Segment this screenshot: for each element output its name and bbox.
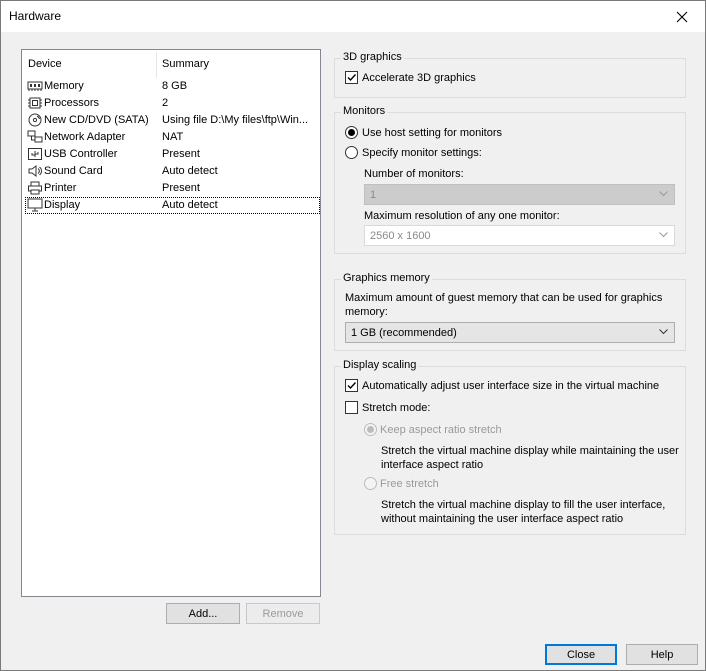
graphics-memory-desc-line2: memory: [345,306,388,318]
device-row-memory[interactable]: Memory 8 GB [25,78,320,95]
group-legend: Display scaling [341,359,419,371]
device-summary: Using file D:\My files\ftp\Win... [162,114,309,126]
window-title: Hardware [9,9,62,23]
remove-button-label: Remove [262,607,304,620]
close-button[interactable]: Close [545,644,617,665]
max-resolution-value: 2560 x 1600 [370,230,431,242]
free-stretch-desc-line1: Stretch the virtual machine display to f… [381,499,666,511]
specify-monitors-label[interactable]: Specify monitor settings: [362,147,482,159]
number-of-monitors-value: 1 [370,189,377,201]
remove-device-button[interactable]: Remove [246,603,320,624]
device-name: Processors [44,97,100,109]
printer-icon [28,181,42,195]
device-list[interactable]: Device Summary Memory 8 GB Processors 2 [21,49,321,597]
device-summary: 8 GB [162,80,188,92]
group-graphics-memory: Graphics memory Maximum amount of guest … [334,272,686,351]
device-name: Sound Card [44,165,103,177]
column-separator [156,52,157,78]
device-summary: Present [162,182,200,194]
device-row-usb-controller[interactable]: USB Controller Present [25,146,320,163]
device-row-processors[interactable]: Processors 2 [25,95,320,112]
checkmark-icon [347,74,357,82]
device-name: Network Adapter [44,131,126,143]
auto-adjust-label[interactable]: Automatically adjust user interface size… [362,380,659,392]
max-resolution-select[interactable]: 2560 x 1600 [364,225,675,246]
keep-aspect-radio[interactable] [364,423,377,436]
checkmark-icon [347,382,357,390]
help-button-label: Help [650,648,674,661]
hardware-dialog: Hardware Device Summary Memory 8 GB Proc… [0,0,706,671]
device-row-printer[interactable]: Printer Present [25,180,320,197]
add-button-label: Add... [188,607,218,620]
close-window-button[interactable] [659,1,705,32]
device-summary: Auto detect [162,199,218,211]
number-of-monitors-label: Number of monitors: [364,168,464,180]
graphics-memory-desc-line1: Maximum amount of guest memory that can … [345,292,663,304]
free-stretch-radio[interactable] [364,477,377,490]
specify-monitors-radio[interactable] [345,146,358,159]
device-summary: Present [162,148,200,160]
help-button[interactable]: Help [626,644,698,665]
device-summary: Auto detect [162,165,218,177]
device-row-network-adapter[interactable]: Network Adapter NAT [25,129,320,146]
chevron-down-icon [659,329,668,335]
speaker-icon [28,165,42,177]
close-icon [676,11,688,22]
group-legend: Graphics memory [341,272,432,284]
free-stretch-label[interactable]: Free stretch [380,478,439,490]
group-legend: Monitors [341,105,388,117]
device-summary: 2 [162,97,169,109]
auto-adjust-checkbox[interactable] [345,379,358,392]
keep-aspect-label[interactable]: Keep aspect ratio stretch [380,424,502,436]
add-device-button[interactable]: Add... [166,603,240,624]
chevron-down-icon [659,191,668,197]
device-name: Printer [44,182,77,194]
number-of-monitors-select[interactable]: 1 [364,184,675,205]
use-host-monitors-radio[interactable] [345,126,358,139]
monitor-icon [27,198,43,212]
stretch-mode-checkbox[interactable] [345,401,358,414]
usb-icon [28,148,42,160]
processor-icon [28,97,42,109]
device-list-header: Device Summary [22,52,320,78]
chevron-down-icon [659,232,668,238]
device-row-sound-card[interactable]: Sound Card Auto detect [25,163,320,180]
memory-icon [27,81,43,91]
close-button-label: Close [566,648,596,661]
graphics-memory-select[interactable]: 1 GB (recommended) [345,322,675,343]
keep-aspect-desc-line1: Stretch the virtual machine display whil… [381,445,679,457]
cd-dvd-icon [28,113,42,127]
network-icon [27,130,43,143]
group-legend: 3D graphics [341,51,404,63]
group-monitors: Monitors Use host setting for monitors S… [334,105,686,254]
column-header-summary[interactable]: Summary [162,58,209,70]
device-row-display[interactable]: Display Auto detect [25,197,320,214]
group-display-scaling: Display scaling Automatically adjust use… [334,359,686,535]
group-3d-graphics: 3D graphics Accelerate 3D graphics [334,51,686,98]
use-host-monitors-label[interactable]: Use host setting for monitors [362,127,502,139]
free-stretch-desc-line2: without maintaining the user interface a… [381,513,624,525]
stretch-mode-label[interactable]: Stretch mode: [362,402,430,414]
column-header-device[interactable]: Device [28,58,62,70]
device-summary: NAT [162,131,184,143]
keep-aspect-desc-line2: interface aspect ratio [381,459,484,471]
title-bar: Hardware [1,1,705,32]
device-name: Memory [44,80,84,92]
device-name: New CD/DVD (SATA) [44,114,149,126]
device-name: Display [44,199,81,211]
accelerate-3d-checkbox[interactable] [345,71,358,84]
accelerate-3d-label[interactable]: Accelerate 3D graphics [362,72,476,84]
device-name: USB Controller [44,148,118,160]
graphics-memory-value: 1 GB (recommended) [351,327,457,339]
device-row-cd-dvd[interactable]: New CD/DVD (SATA) Using file D:\My files… [25,112,320,129]
max-resolution-label: Maximum resolution of any one monitor: [364,210,560,222]
